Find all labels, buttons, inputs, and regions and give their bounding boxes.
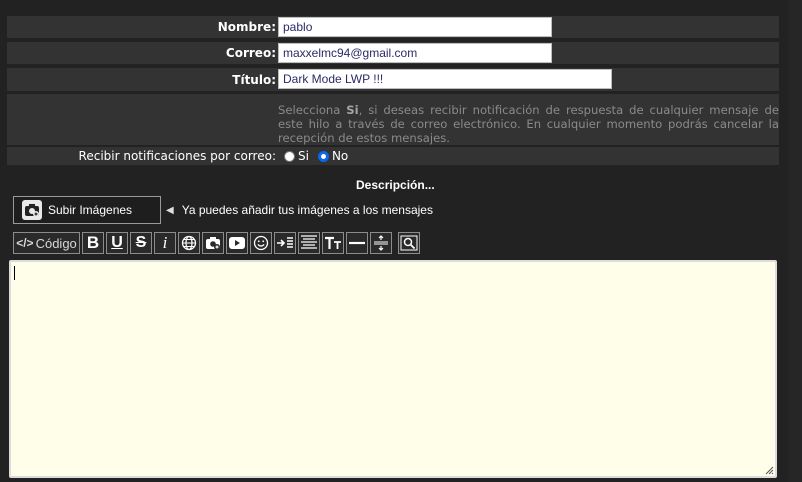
notify-no-label[interactable]: No	[332, 149, 348, 163]
notice-row: Selecciona Si, si deseas recibir notific…	[7, 94, 779, 145]
name-input[interactable]: pablo	[278, 17, 552, 37]
font-size-icon	[325, 236, 341, 249]
align-icon	[301, 235, 317, 249]
upload-images-button[interactable]: Subir Imágenes	[13, 196, 161, 224]
indent-button[interactable]	[274, 232, 296, 254]
description-title: Descripción...	[356, 178, 435, 192]
email-row: Correo: maxxelmc94@gmail.com	[7, 42, 779, 64]
indent-icon	[277, 237, 293, 248]
notify-label: Recibir notificaciones por correo:	[78, 149, 276, 163]
strikethrough-button[interactable]: S	[130, 232, 152, 254]
youtube-icon	[229, 237, 245, 249]
scrollbar-track[interactable]	[789, 0, 802, 482]
font-size-button[interactable]	[322, 232, 344, 254]
editor-toolbar: </> Código B U S i	[13, 232, 420, 254]
emoji-button[interactable]	[250, 232, 272, 254]
youtube-button[interactable]	[226, 232, 248, 254]
italic-button[interactable]: i	[154, 232, 176, 254]
expand-button[interactable]	[370, 232, 392, 254]
notification-notice: Selecciona Si, si deseas recibir notific…	[278, 103, 779, 146]
email-label: Correo:	[225, 46, 276, 60]
title-label: Título:	[232, 72, 276, 87]
smiley-icon	[253, 235, 269, 251]
email-input[interactable]: maxxelmc94@gmail.com	[278, 43, 552, 63]
underline-button[interactable]: U	[106, 232, 128, 254]
left-arrow-icon: ◀	[166, 204, 174, 216]
globe-link-icon	[181, 235, 197, 251]
notify-yes-label[interactable]: Si	[298, 149, 309, 163]
name-row: Nombre: pablo	[7, 16, 779, 38]
notify-yes-radio[interactable]	[284, 150, 295, 162]
upload-images-label: Subir Imágenes	[48, 203, 133, 217]
title-input[interactable]: Dark Mode LWP !!!	[278, 69, 612, 89]
notify-radio-group: Si No	[284, 147, 357, 165]
code-button[interactable]: </> Código	[13, 232, 80, 254]
upload-hint: ◀ Ya puedes añadir tus imágenes a los me…	[166, 203, 433, 217]
title-row: Título: Dark Mode LWP !!!	[7, 68, 779, 91]
horizontal-rule-icon	[349, 241, 365, 245]
camera-image-icon	[206, 237, 220, 250]
italic-icon: i	[162, 233, 168, 252]
camera-upload-icon	[22, 200, 42, 220]
notify-row: Recibir notificaciones por correo: Si No	[7, 147, 779, 165]
image-button[interactable]	[202, 232, 224, 254]
message-editor[interactable]	[9, 260, 777, 478]
bold-button[interactable]: B	[82, 232, 104, 254]
code-label: Código	[35, 235, 77, 251]
bold-icon: B	[86, 233, 100, 252]
code-icon: </>	[16, 236, 34, 250]
link-button[interactable]	[178, 232, 200, 254]
align-button[interactable]	[298, 232, 320, 254]
notify-no-radio[interactable]	[317, 150, 329, 162]
preview-button[interactable]	[398, 232, 420, 254]
upload-hint-text: Ya puedes añadir tus imágenes a los mens…	[181, 203, 433, 217]
name-label: Nombre:	[217, 20, 276, 34]
preview-search-icon	[400, 235, 418, 251]
horizontal-rule-button[interactable]	[346, 232, 368, 254]
underline-icon: U	[111, 234, 123, 251]
strikethrough-icon: S	[135, 234, 147, 251]
expand-icon	[374, 235, 388, 251]
